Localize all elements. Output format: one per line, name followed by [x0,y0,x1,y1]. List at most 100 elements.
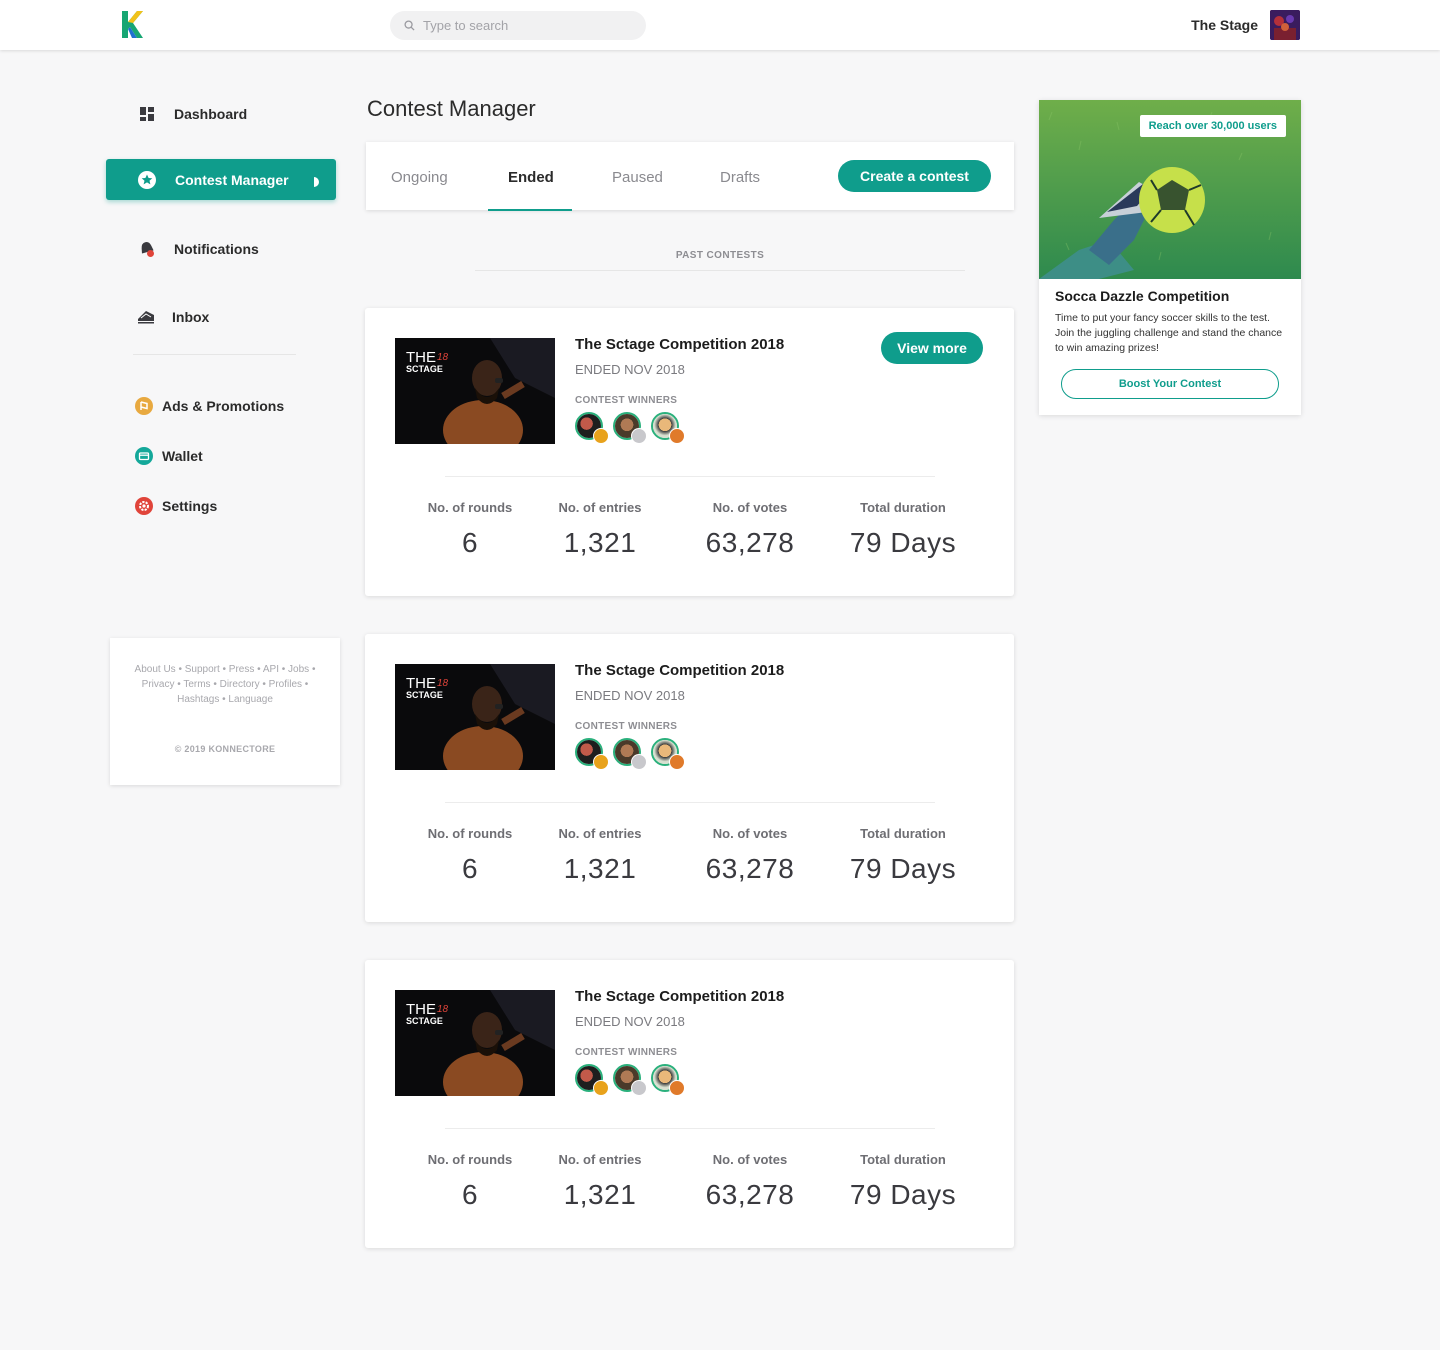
stat-votes: No. of votes 63,278 [680,1152,820,1211]
winner-avatar-3[interactable] [651,1064,685,1096]
section-divider [475,270,965,271]
avatar[interactable] [1270,10,1300,40]
tab-paused[interactable]: Paused [612,142,663,210]
stat-value: 6 [461,1179,479,1210]
thumb-year: 18 [437,1004,449,1015]
megaphone-icon [135,396,153,415]
winners-label: CONTEST WINNERS [575,721,678,732]
sidebar-item-label: Wallet [162,447,203,464]
stat-label: No. of rounds [427,1152,513,1167]
bronze-medal-icon [669,754,685,770]
stat-value: 1,321 [563,1179,637,1210]
contest-thumbnail[interactable]: THE SCTAGE 18 [395,990,555,1096]
winner-avatar-2[interactable] [613,738,647,770]
page-title: Contest Manager [367,96,536,121]
bell-icon [138,240,156,258]
winner-avatar-2[interactable] [613,412,647,444]
sidebar-item-inbox[interactable]: Inbox [106,296,336,337]
sidebar-item-ads-promotions[interactable]: Ads & Promotions [106,385,336,426]
contest-thumbnail[interactable]: THE SCTAGE 18 [395,338,555,444]
sidebar-item-contest-manager[interactable]: Contest Manager [106,159,336,200]
contest-status: ENDED NOV 2018 [575,1014,685,1029]
sidebar-item-label: Contest Manager [175,171,289,188]
ad-title[interactable]: Socca Dazzle Competition [1055,288,1229,304]
contest-title[interactable]: The Sctage Competition 2018 [575,336,784,353]
silver-medal-icon [631,1080,647,1096]
stat-label: Total duration [860,500,946,515]
stat-duration: Total duration 79 Days [833,826,973,885]
thumb-title: THE [406,349,436,366]
contest-tabs: Ongoing Ended Paused Drafts Create a con… [366,142,1014,211]
ad-description: Time to put your fancy soccer skills to … [1055,312,1283,354]
stat-label: No. of votes [712,500,788,515]
stat-label: No. of rounds [427,500,513,515]
stat-label: Total duration [860,1152,946,1167]
winner-avatar-1[interactable] [575,1064,609,1096]
stat-duration: Total duration 79 Days [833,500,973,559]
sidebar-item-label: Ads & Promotions [162,397,285,414]
thumb-year: 18 [437,678,449,689]
stat-value: 6 [461,527,479,558]
user-name[interactable]: The Stage [1191,17,1258,33]
sidebar-footer: About Us • Support • Press • API • Jobs … [110,638,340,785]
gold-medal-icon [593,1080,609,1096]
winner-avatar-2[interactable] [613,1064,647,1096]
stat-value: 1,321 [563,853,637,884]
winner-avatar-3[interactable] [651,738,685,770]
search-input[interactable] [423,18,623,33]
thumb-title: THE [406,675,436,692]
boost-contest-button[interactable]: Boost Your Contest [1061,369,1279,399]
tab-drafts[interactable]: Drafts [720,142,760,210]
sidebar-item-wallet[interactable]: Wallet [106,435,336,476]
sidebar-item-notifications[interactable]: Notifications [106,228,336,269]
stat-entries: No. of entries 1,321 [530,826,670,885]
tab-ongoing[interactable]: Ongoing [391,142,448,210]
ad-card: Reach over 30,000 users Socca Dazzle Com… [1039,100,1301,415]
sidebar-item-dashboard[interactable]: Dashboard [106,93,336,134]
gold-medal-icon [593,754,609,770]
thumb-subtitle: SCTAGE [406,1016,443,1026]
section-label: PAST CONTESTS [675,250,765,261]
stat-label: No. of entries [558,826,642,841]
sidebar-item-settings[interactable]: Settings [106,485,336,526]
winners-label: CONTEST WINNERS [575,395,678,406]
konnectore-logo[interactable] [120,10,144,40]
stat-label: No. of votes [712,826,788,841]
winners-label: CONTEST WINNERS [575,1047,678,1058]
stat-votes: No. of votes 63,278 [680,826,820,885]
tab-ended[interactable]: Ended [508,142,554,210]
winner-avatar-1[interactable] [575,412,609,444]
contest-title[interactable]: The Sctage Competition 2018 [575,662,784,679]
stat-value: 63,278 [705,1179,795,1210]
dashboard-icon [138,105,156,123]
view-more-button[interactable]: View more [881,332,983,364]
gear-icon [135,496,153,515]
sidebar-item-label: Notifications [174,240,259,257]
stat-value: 79 Days [849,1179,957,1210]
ad-image[interactable]: Reach over 30,000 users [1039,100,1301,279]
sidebar-item-label: Inbox [172,308,210,325]
contest-card: THE SCTAGE 18 The Sctage Competition 201… [365,634,1014,922]
thumb-title: THE [406,1001,436,1018]
stat-label: No. of rounds [427,826,513,841]
footer-links[interactable]: About Us • Support • Press • API • Jobs … [124,662,326,707]
stat-value: 63,278 [705,527,795,558]
gold-medal-icon [593,428,609,444]
sidebar-item-label: Settings [162,497,218,514]
winner-avatar-3[interactable] [651,412,685,444]
contest-status: ENDED NOV 2018 [575,362,685,377]
contest-title[interactable]: The Sctage Competition 2018 [575,988,784,1005]
inbox-icon [137,308,155,326]
stat-value: 79 Days [849,527,957,558]
contest-status: ENDED NOV 2018 [575,688,685,703]
stat-entries: No. of entries 1,321 [530,1152,670,1211]
stat-duration: Total duration 79 Days [833,1152,973,1211]
stat-label: No. of votes [712,1152,788,1167]
ad-badge: Reach over 30,000 users [1139,115,1286,137]
create-contest-button[interactable]: Create a contest [838,160,991,192]
contest-thumbnail[interactable]: THE SCTAGE 18 [395,664,555,770]
stat-value: 1,321 [563,527,637,558]
winner-avatar-1[interactable] [575,738,609,770]
active-tab-indicator [488,209,572,211]
search-bar[interactable] [390,11,646,40]
